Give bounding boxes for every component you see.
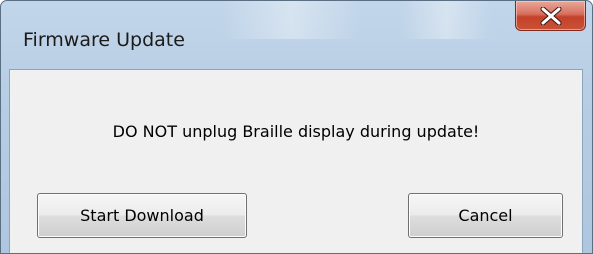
dialog-window: Firmware Update DO NOT unplug Braille di… — [0, 0, 593, 254]
window-title: Firmware Update — [23, 29, 185, 51]
titlebar[interactable]: Firmware Update — [1, 1, 592, 50]
close-button[interactable] — [515, 1, 586, 31]
warning-message: DO NOT unplug Braille display during upd… — [112, 122, 480, 141]
start-download-button[interactable]: Start Download — [37, 193, 247, 238]
cancel-button[interactable]: Cancel — [408, 193, 563, 238]
dialog-client-area: DO NOT unplug Braille display during upd… — [9, 69, 583, 253]
close-x-icon — [540, 7, 562, 25]
